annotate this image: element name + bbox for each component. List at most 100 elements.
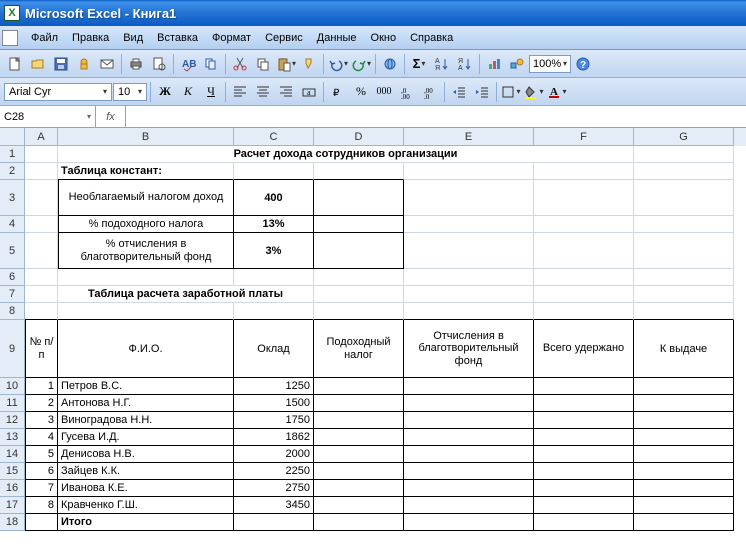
col-header-E[interactable]: E [404,128,534,146]
col-header-F[interactable]: F [534,128,634,146]
decrease-indent-button[interactable] [448,81,470,103]
cell[interactable] [404,233,534,269]
select-all-corner[interactable] [0,128,25,146]
increase-indent-button[interactable] [471,81,493,103]
decrease-decimal-button[interactable]: ,00,0 [419,81,441,103]
row-header[interactable]: 12 [0,412,25,429]
cell[interactable] [634,180,734,216]
row-header[interactable]: 7 [0,286,25,303]
cut-button[interactable] [229,53,251,75]
row-header[interactable]: 9 [0,320,25,378]
menu-format[interactable]: Формат [205,30,258,46]
sort-asc-button[interactable]: АЯ [431,53,453,75]
col-header-D[interactable]: D [314,128,404,146]
sort-desc-button[interactable]: ЯА [454,53,476,75]
cell[interactable] [314,480,404,497]
percent-button[interactable]: % [350,81,372,103]
cell[interactable] [404,463,534,480]
increase-decimal-button[interactable]: ,0,00 [396,81,418,103]
row-header[interactable]: 6 [0,269,25,286]
cell[interactable]: 8 [25,497,58,514]
cell[interactable] [404,163,534,180]
cell[interactable] [314,286,404,303]
cell[interactable] [534,446,634,463]
cell[interactable] [634,303,734,320]
cell[interactable] [314,395,404,412]
new-button[interactable] [4,53,26,75]
cell[interactable]: 5 [25,446,58,463]
cell[interactable]: % отчисления в благотворительный фонд [58,233,234,269]
cell[interactable] [314,303,404,320]
cell[interactable] [534,180,634,216]
cell[interactable] [634,163,734,180]
cell[interactable] [25,303,58,320]
cell[interactable] [314,163,404,180]
cell[interactable] [404,216,534,233]
cell[interactable]: 2250 [234,463,314,480]
align-center-button[interactable] [252,81,274,103]
row-header[interactable]: 11 [0,395,25,412]
cell[interactable]: Антонова Н.Г. [58,395,234,412]
cell[interactable] [634,446,734,463]
row-header[interactable]: 4 [0,216,25,233]
cell[interactable]: 1250 [234,378,314,395]
cell[interactable] [234,303,314,320]
cell[interactable] [634,497,734,514]
row-header[interactable]: 17 [0,497,25,514]
email-button[interactable] [96,53,118,75]
italic-button[interactable]: К [177,81,199,103]
cell[interactable] [534,163,634,180]
row-header[interactable]: 5 [0,233,25,269]
zoom-combo[interactable]: 100%▾ [529,55,571,73]
cell[interactable] [634,412,734,429]
cell[interactable]: 2000 [234,446,314,463]
cell[interactable] [25,146,58,163]
cell[interactable] [58,269,234,286]
cell[interactable] [234,514,314,531]
cell[interactable]: 1862 [234,429,314,446]
cell[interactable] [634,378,734,395]
cell[interactable]: 1750 [234,412,314,429]
cell[interactable] [634,233,734,269]
cell-header-withheld[interactable]: Всего удержано [534,320,634,378]
cell[interactable]: 3% [234,233,314,269]
row-header[interactable]: 15 [0,463,25,480]
cell[interactable]: Кравченко Г.Ш. [58,497,234,514]
cell[interactable] [534,286,634,303]
cell[interactable]: 3450 [234,497,314,514]
cell[interactable] [634,514,734,531]
cell[interactable] [25,269,58,286]
cell[interactable] [25,286,58,303]
cell[interactable] [534,412,634,429]
cell-title[interactable]: Расчет дохода сотрудников организации [58,146,634,163]
cell[interactable] [634,395,734,412]
row-header[interactable]: 3 [0,180,25,216]
cell[interactable] [634,269,734,286]
menu-data[interactable]: Данные [310,30,364,46]
menu-file[interactable]: Файл [24,30,65,46]
fill-color-button[interactable]: ▾ [523,81,545,103]
cell[interactable]: Зайцев К.К. [58,463,234,480]
cell-header-tax[interactable]: Подоходный налог [314,320,404,378]
cell[interactable] [534,480,634,497]
cell[interactable]: 4 [25,429,58,446]
formula-input[interactable] [126,106,746,127]
print-preview-button[interactable] [148,53,170,75]
research-button[interactable] [200,53,222,75]
cell[interactable]: Таблица расчета заработной платы [58,286,314,303]
cell[interactable] [534,497,634,514]
cell[interactable] [534,514,634,531]
row-header[interactable]: 1 [0,146,25,163]
currency-button[interactable]: ₽ [327,81,349,103]
row-header[interactable]: 8 [0,303,25,320]
cell[interactable] [314,180,404,216]
borders-button[interactable]: ▾ [500,81,522,103]
cell[interactable] [314,514,404,531]
cell[interactable] [314,463,404,480]
comma-button[interactable]: 000 [373,81,395,103]
print-button[interactable] [125,53,147,75]
cell[interactable]: 2 [25,395,58,412]
cell[interactable] [404,429,534,446]
cell[interactable] [634,216,734,233]
redo-button[interactable]: ▾ [350,53,372,75]
